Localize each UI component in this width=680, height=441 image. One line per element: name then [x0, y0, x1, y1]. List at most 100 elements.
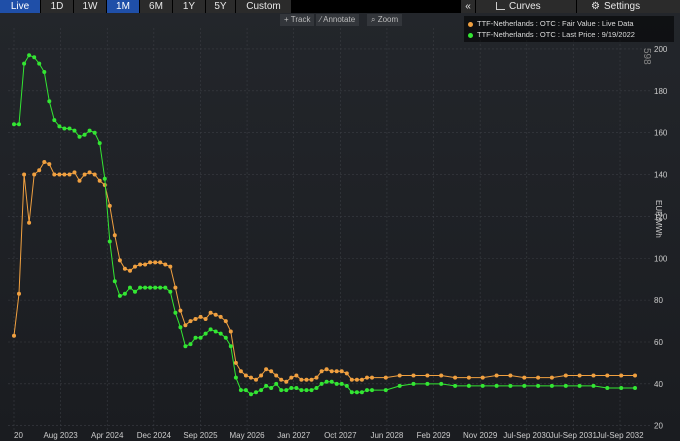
x-tick-label: 20	[14, 431, 23, 440]
data-point	[289, 386, 294, 390]
x-tick-label: Dec 2024	[137, 431, 172, 440]
data-point	[153, 260, 158, 265]
data-point	[148, 285, 153, 290]
data-point	[143, 262, 148, 267]
data-point	[138, 262, 143, 267]
data-point	[365, 375, 369, 380]
data-point	[294, 386, 299, 390]
data-point	[183, 323, 188, 328]
data-point	[259, 373, 264, 378]
track-tool-button[interactable]: + Track	[280, 14, 315, 26]
data-point	[344, 371, 349, 376]
data-point	[168, 264, 173, 269]
data-point	[82, 172, 87, 177]
data-point	[198, 335, 203, 340]
data-point	[47, 99, 52, 104]
data-point	[97, 141, 102, 146]
data-point	[12, 333, 16, 338]
range-1d-button[interactable]: 1D	[41, 0, 74, 13]
data-point	[254, 377, 258, 382]
data-point	[27, 53, 32, 58]
range-1w-button[interactable]: 1W	[74, 0, 107, 13]
data-point	[203, 317, 208, 321]
data-point	[243, 388, 248, 393]
data-point	[536, 375, 541, 380]
collapse-button[interactable]: «	[461, 0, 475, 13]
data-point	[208, 327, 213, 332]
data-point	[299, 377, 304, 382]
annotate-tool-button[interactable]: ⁄ Annotate	[316, 14, 360, 26]
range-live-button[interactable]: Live	[0, 0, 41, 13]
data-point	[228, 329, 233, 334]
settings-button[interactable]: ⚙ Settings	[577, 0, 680, 13]
legend-label: TTF-Netherlands : OTC : Fair Value : Liv…	[477, 19, 634, 28]
data-point	[480, 375, 485, 380]
data-point	[494, 373, 499, 378]
top-toolbar: Live 1D 1W 1M 6M 1Y 5Y Custom « Curves ⚙…	[0, 0, 680, 13]
y-tick-label: 80	[654, 296, 663, 305]
range-custom-button[interactable]: Custom	[236, 0, 292, 13]
data-point	[213, 312, 218, 317]
chart-area[interactable]: 20 40 60 80 100 120 140 160 180 200 20 Aug 2023 Apr …	[0, 13, 680, 441]
range-1y-button[interactable]: 1Y	[173, 0, 206, 13]
data-point	[439, 373, 444, 378]
curves-label: Curves	[509, 1, 541, 12]
data-point	[72, 170, 77, 175]
data-point	[213, 329, 218, 334]
y-tick-label: 100	[654, 254, 668, 263]
curves-button[interactable]: Curves	[476, 0, 576, 13]
data-point	[148, 260, 153, 265]
data-point	[397, 383, 402, 388]
data-point	[279, 388, 284, 393]
data-point	[238, 388, 243, 393]
data-point	[233, 360, 238, 365]
data-point	[633, 386, 637, 390]
data-point	[87, 128, 92, 133]
zoom-tool-button[interactable]: ⌕ Zoom	[367, 14, 403, 26]
data-point	[365, 388, 369, 393]
range-5y-button[interactable]: 5Y	[206, 0, 236, 13]
data-point	[359, 377, 364, 382]
data-point	[633, 373, 637, 378]
data-point	[178, 325, 183, 330]
data-point	[143, 285, 148, 290]
x-tick-label: Nov 2029	[463, 431, 498, 440]
data-point	[619, 373, 624, 378]
data-point	[218, 314, 223, 319]
x-tick-label: Aug 2023	[43, 431, 78, 440]
range-6m-button[interactable]: 6M	[140, 0, 173, 13]
data-point	[57, 172, 62, 177]
data-point	[466, 383, 471, 388]
data-point	[383, 375, 388, 380]
data-point	[274, 381, 279, 386]
price-chart[interactable]: 2040608010012014016018020020 Aug 2023 Apr …	[0, 13, 680, 441]
data-point	[319, 369, 324, 374]
data-point	[62, 126, 67, 131]
data-point	[563, 383, 568, 388]
data-point	[370, 375, 374, 380]
data-point	[324, 367, 329, 372]
data-point	[411, 381, 416, 386]
data-point	[183, 344, 188, 349]
data-point	[77, 134, 82, 139]
data-point	[577, 373, 582, 378]
y-tick-label: 200	[654, 45, 668, 54]
data-point	[299, 388, 304, 393]
data-point	[208, 310, 213, 315]
data-point	[92, 130, 97, 135]
data-point	[117, 293, 122, 298]
range-1m-button[interactable]: 1M	[107, 0, 140, 13]
data-point	[284, 379, 289, 384]
data-point	[102, 176, 107, 181]
data-point	[304, 388, 309, 393]
data-point	[173, 285, 178, 290]
data-point	[349, 390, 354, 395]
data-point	[67, 126, 72, 131]
data-point	[32, 55, 37, 60]
data-point	[112, 279, 117, 284]
data-point	[304, 377, 309, 382]
data-point	[279, 377, 284, 382]
data-point	[508, 373, 513, 378]
data-point	[314, 386, 319, 390]
data-point	[168, 289, 173, 294]
